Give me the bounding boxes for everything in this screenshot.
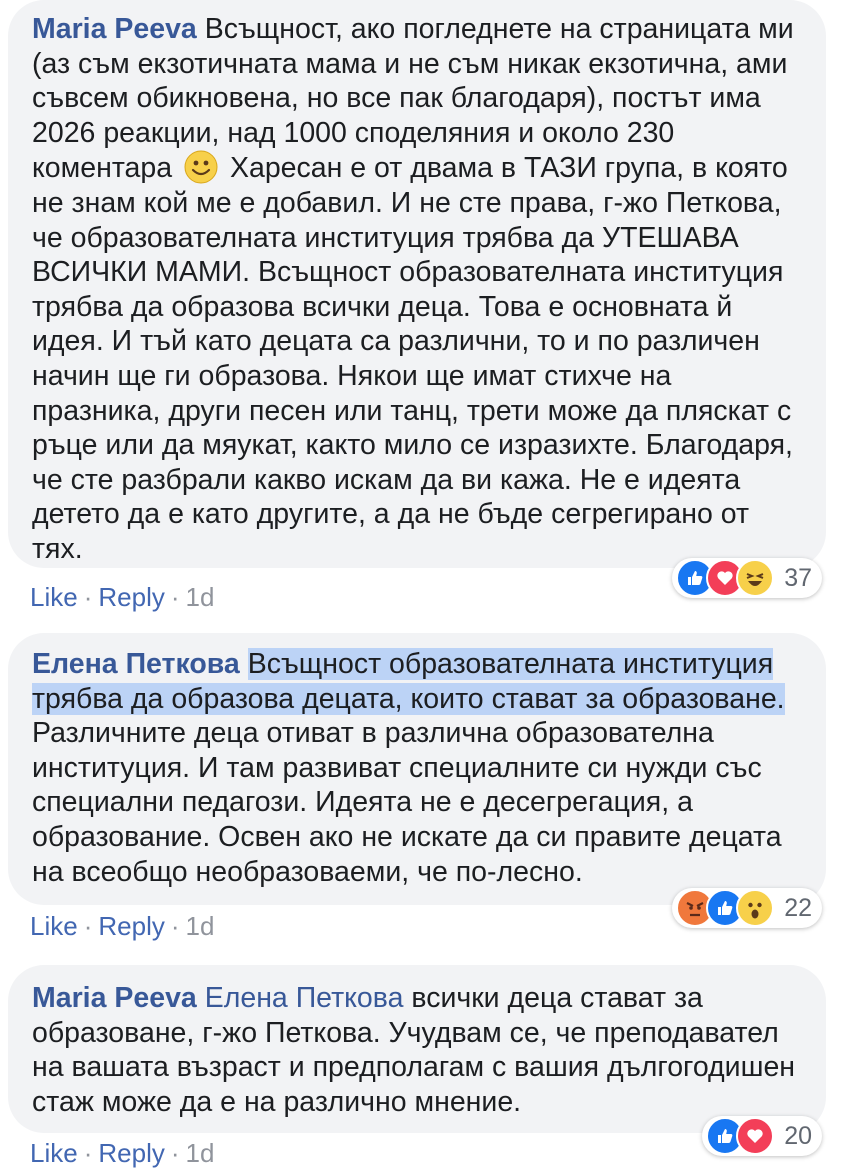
reaction-count: 37 [784, 563, 812, 592]
comment-timestamp[interactable]: 1d [186, 911, 215, 941]
comment-author[interactable]: Maria Peeva [32, 982, 197, 1014]
wow-icon [736, 889, 775, 927]
comment-bubble: Maria Peeva Елена Петкова всички деца ст… [8, 965, 826, 1133]
comment-text-continued: Харесан е от двама в ТАЗИ група, в която… [32, 152, 793, 565]
reply-button[interactable]: Reply [98, 582, 164, 612]
reactions-summary[interactable]: 22 [672, 888, 822, 928]
reactions-summary[interactable]: 20 [702, 1116, 822, 1156]
mention-link[interactable]: Елена Петкова [205, 982, 404, 1014]
love-icon [736, 1117, 775, 1155]
reply-button[interactable]: Reply [98, 911, 164, 941]
reaction-count: 22 [784, 893, 812, 922]
haha-icon [736, 559, 775, 597]
comment-timestamp[interactable]: 1d [186, 582, 215, 612]
comment-author[interactable]: Maria Peeva [32, 13, 197, 45]
comment-actions: Like · Reply · 1d [30, 1138, 215, 1168]
comment-author[interactable]: Елена Петкова [32, 648, 240, 680]
like-button[interactable]: Like [30, 582, 78, 612]
comment-text: Различните деца отиват в различна образо… [32, 717, 782, 888]
reactions-summary[interactable]: 37 [672, 558, 822, 598]
comment-bubble: Елена Петкова Всъщност образователната и… [8, 633, 826, 905]
comment-bubble: Maria Peeva Всъщност, ако погледнете на … [8, 0, 826, 568]
smile-emoji-icon [184, 150, 218, 184]
comment-actions: Like · Reply · 1d [30, 911, 215, 941]
reaction-count: 20 [784, 1121, 812, 1150]
like-button[interactable]: Like [30, 911, 78, 941]
comment-actions: Like · Reply · 1d [30, 582, 215, 612]
